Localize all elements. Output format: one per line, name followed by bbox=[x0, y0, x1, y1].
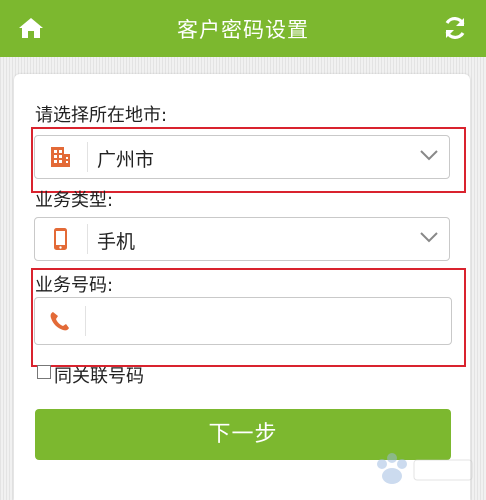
page-title: 客户密码设置 bbox=[177, 18, 309, 42]
related-number-checkbox[interactable] bbox=[37, 365, 51, 379]
watermark-logo bbox=[377, 453, 473, 484]
business-type-label: 业务类型: bbox=[35, 190, 114, 211]
divider bbox=[87, 224, 88, 254]
refresh-icon[interactable] bbox=[442, 15, 468, 41]
chevron-down-icon bbox=[420, 232, 438, 243]
highlight-box-city bbox=[31, 127, 466, 193]
mobile-phone-icon bbox=[54, 228, 67, 250]
city-label: 请选择所在地市: bbox=[35, 105, 168, 126]
related-number-checkbox-label: 同关联号码 bbox=[54, 366, 144, 387]
header-bar: 客户密码设置 bbox=[0, 0, 486, 57]
highlight-box-number bbox=[31, 268, 466, 367]
business-type-select-value: 手机 bbox=[97, 231, 136, 253]
business-type-select[interactable]: 手机 bbox=[34, 217, 450, 261]
